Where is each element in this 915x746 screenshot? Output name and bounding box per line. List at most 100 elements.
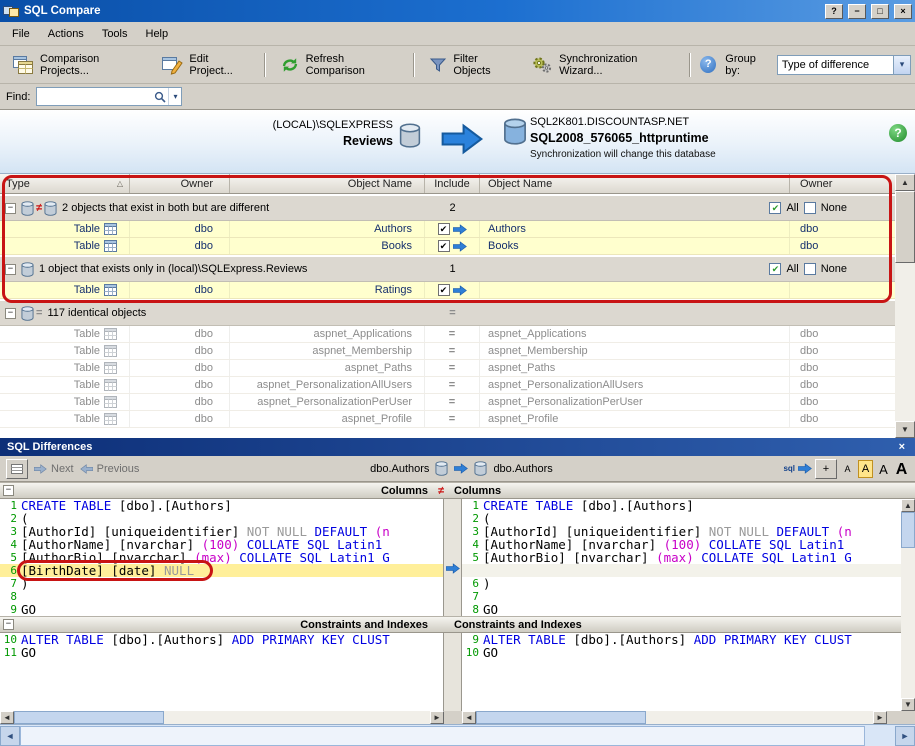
title-bar[interactable]: SQL Compare ? − □ ×: [0, 0, 915, 22]
target-sql-pane[interactable]: 1CREATE TABLE [dbo].[Authors]2(3[AuthorI…: [462, 499, 915, 616]
source-sql-pane[interactable]: 10ALTER TABLE [dbo].[Authors] ADD PRIMAR…: [0, 633, 444, 711]
sql-differences-titlebar[interactable]: SQL Differences ×: [0, 438, 915, 456]
menu-actions[interactable]: Actions: [39, 24, 93, 44]
scrollbar-track[interactable]: [895, 263, 915, 421]
scroll-right-icon[interactable]: ►: [895, 726, 915, 746]
object-row[interactable]: TabledboAuthors✔Authorsdbo: [0, 221, 895, 238]
select-all-label[interactable]: All: [786, 202, 798, 214]
close-icon[interactable]: ×: [896, 441, 908, 453]
edit-project-button[interactable]: Edit Project...: [153, 47, 257, 83]
select-all-checkbox[interactable]: ✔: [769, 263, 781, 275]
column-header-object-right[interactable]: Object Name: [480, 174, 790, 193]
include-checkbox[interactable]: ✔: [438, 240, 450, 252]
scrollbar-track[interactable]: [901, 548, 915, 698]
scrollbar-thumb[interactable]: [901, 512, 915, 548]
include-checkbox[interactable]: ✔: [438, 223, 450, 235]
scroll-right-icon[interactable]: ►: [430, 711, 444, 724]
column-header-type[interactable]: Type △: [0, 174, 130, 193]
find-input[interactable]: ▾: [36, 87, 182, 106]
select-none-checkbox[interactable]: [804, 263, 816, 275]
menu-file[interactable]: File: [3, 24, 39, 44]
grid-vertical-scrollbar[interactable]: ▲ ▼: [895, 174, 915, 438]
main-horizontal-scrollbar[interactable]: ◄ ►: [0, 724, 915, 746]
comparison-projects-button[interactable]: Comparison Projects...: [4, 47, 151, 83]
refresh-comparison-button[interactable]: Refresh Comparison: [272, 47, 408, 83]
scroll-down-icon[interactable]: ▼: [901, 698, 915, 711]
font-size-medium-button[interactable]: A: [858, 460, 873, 478]
expand-collapse-icon[interactable]: −: [5, 264, 16, 275]
object-row[interactable]: Tabledboaspnet_PersonalizationPerUser=as…: [0, 394, 895, 411]
select-none-label[interactable]: None: [821, 263, 847, 275]
left-pane-horizontal-scrollbar[interactable]: ◄ ►: [0, 711, 444, 724]
include-checkbox[interactable]: ✔: [438, 284, 450, 296]
group-row-different[interactable]: −≠2 objects that exist in both but are d…: [0, 194, 895, 221]
select-all-label[interactable]: All: [786, 263, 798, 275]
group-by-select[interactable]: Type of difference ▾: [777, 55, 911, 75]
previous-difference-button[interactable]: Previous: [80, 463, 140, 475]
scrollbar-thumb[interactable]: [14, 711, 164, 724]
expand-collapse-icon[interactable]: −: [5, 203, 16, 214]
font-size-large-button[interactable]: A: [876, 460, 891, 478]
source-database-icon: [399, 123, 421, 148]
scroll-up-icon[interactable]: ▲: [901, 499, 915, 512]
object-row[interactable]: Tabledboaspnet_Applications=aspnet_Appli…: [0, 326, 895, 343]
next-difference-button[interactable]: Next: [34, 463, 74, 475]
collapse-icon[interactable]: −: [3, 485, 14, 496]
scroll-right-icon[interactable]: ►: [873, 711, 887, 724]
source-sql-pane[interactable]: 1CREATE TABLE [dbo].[Authors]2(3[AuthorI…: [0, 499, 444, 616]
include-cell[interactable]: ✔: [425, 238, 480, 254]
font-size-small-button[interactable]: A: [840, 460, 855, 478]
chevron-down-icon[interactable]: ▾: [168, 88, 181, 105]
scrollbar-thumb[interactable]: [20, 726, 865, 746]
sql-script-icon[interactable]: sql: [783, 464, 795, 473]
expand-sections-button[interactable]: +: [815, 459, 837, 479]
column-header-include[interactable]: Include: [425, 174, 480, 193]
help-icon[interactable]: ?: [700, 56, 716, 73]
column-header-object-left[interactable]: Object Name: [230, 174, 425, 193]
scroll-down-icon[interactable]: ▼: [895, 421, 915, 438]
sql-arrow-icon[interactable]: [798, 463, 812, 474]
sql-token: [AuthorName] [nvarchar]: [21, 538, 202, 551]
object-row[interactable]: Tabledboaspnet_Profile=aspnet_Profiledbo: [0, 411, 895, 428]
scroll-left-icon[interactable]: ◄: [462, 711, 476, 724]
menu-help[interactable]: Help: [137, 24, 178, 44]
include-cell[interactable]: ✔: [425, 221, 480, 237]
sql-diff-content: − Columns ≠ Columns 1CREATE TABLE [dbo].…: [0, 482, 915, 724]
close-button[interactable]: ×: [894, 4, 912, 19]
select-none-label[interactable]: None: [821, 202, 847, 214]
column-header-owner-right[interactable]: Owner: [790, 174, 895, 193]
target-sql-pane[interactable]: 9ALTER TABLE [dbo].[Authors] ADD PRIMARY…: [462, 633, 915, 711]
chevron-down-icon[interactable]: ▾: [893, 56, 910, 74]
layout-button[interactable]: [6, 459, 28, 479]
object-row[interactable]: TabledboRatings✔: [0, 282, 895, 299]
minimize-button[interactable]: −: [848, 4, 866, 19]
synchronization-wizard-button[interactable]: Synchronization Wizard...: [523, 47, 683, 83]
help-icon[interactable]: ?: [889, 124, 907, 142]
line-number: [462, 564, 483, 577]
menu-tools[interactable]: Tools: [93, 24, 137, 44]
object-row[interactable]: Tabledboaspnet_PersonalizationAllUsers=a…: [0, 377, 895, 394]
code-text: GO: [21, 646, 443, 659]
select-all-checkbox[interactable]: ✔: [769, 202, 781, 214]
collapse-icon[interactable]: −: [3, 619, 14, 630]
right-pane-horizontal-scrollbar[interactable]: ◄ ►: [462, 711, 887, 724]
object-row[interactable]: Tabledboaspnet_Paths=aspnet_Pathsdbo: [0, 360, 895, 377]
select-none-checkbox[interactable]: [804, 202, 816, 214]
group-row-left_only[interactable]: −1 object that exists only in (local)\SQ…: [0, 255, 895, 282]
scroll-left-icon[interactable]: ◄: [0, 711, 14, 724]
group-row-identical[interactable]: −=117 identical objects=: [0, 299, 895, 326]
right-pane-vertical-scrollbar[interactable]: ▲ ▼: [901, 499, 915, 711]
object-row[interactable]: Tabledboaspnet_Membership=aspnet_Members…: [0, 343, 895, 360]
maximize-button[interactable]: □: [871, 4, 889, 19]
include-cell[interactable]: ✔: [425, 282, 480, 298]
scroll-up-icon[interactable]: ▲: [895, 174, 915, 191]
font-size-xlarge-button[interactable]: A: [894, 460, 909, 478]
context-help-button[interactable]: ?: [825, 4, 843, 19]
filter-objects-button[interactable]: Filter Objects: [421, 47, 521, 83]
scrollbar-thumb[interactable]: [476, 711, 646, 724]
scroll-left-icon[interactable]: ◄: [0, 726, 20, 746]
column-header-owner-left[interactable]: Owner: [130, 174, 230, 193]
object-row[interactable]: TabledboBooks✔Booksdbo: [0, 238, 895, 255]
scrollbar-thumb[interactable]: [895, 191, 915, 263]
expand-collapse-icon[interactable]: −: [5, 308, 16, 319]
